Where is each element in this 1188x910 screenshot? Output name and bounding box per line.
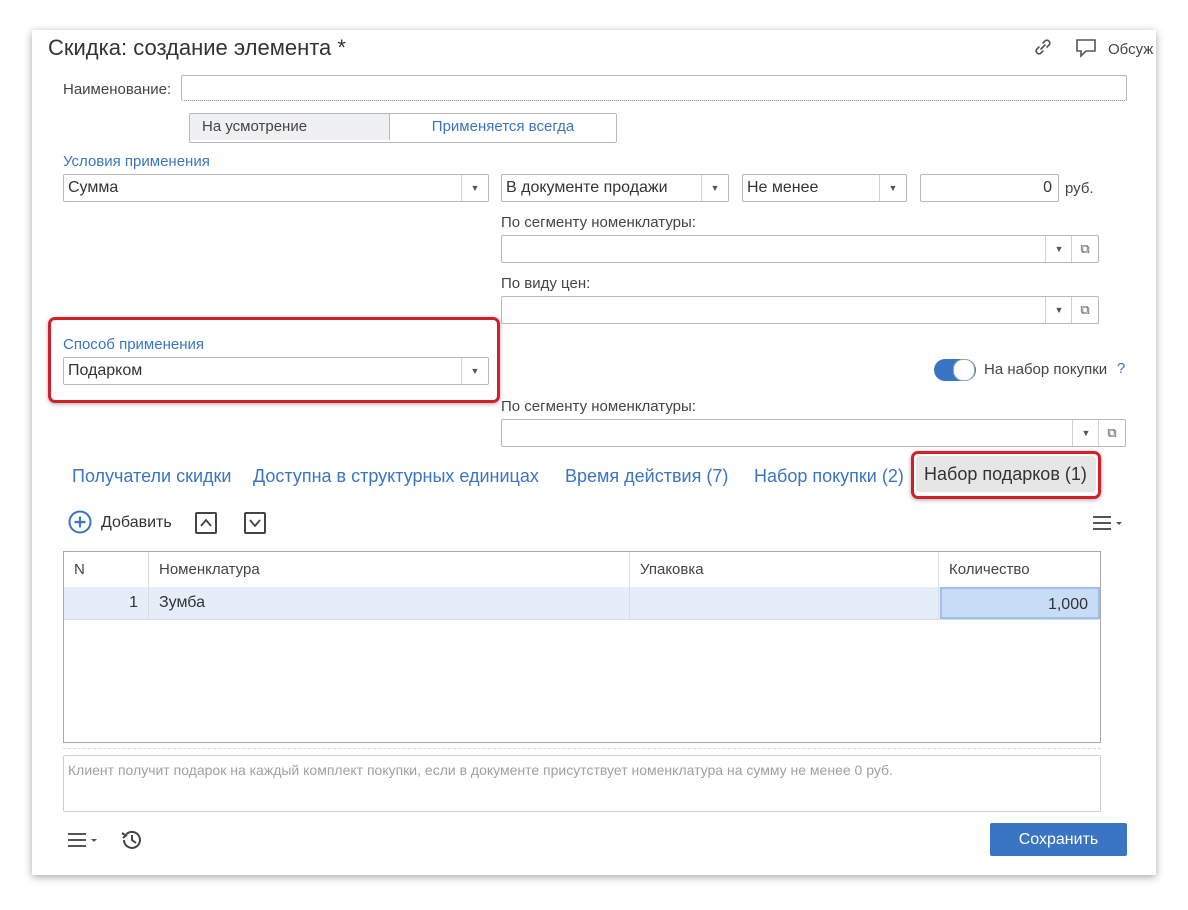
add-button[interactable]: Добавить (101, 514, 172, 532)
method-title: Способ применения (63, 336, 204, 353)
tab-validity-time[interactable]: Время действия (7) (565, 466, 728, 487)
column-header-quantity[interactable]: Количество (939, 552, 1100, 587)
history-icon[interactable] (119, 827, 145, 857)
dropdown-arrow-icon[interactable]: ▼ (879, 175, 906, 201)
dropdown-arrow-icon[interactable]: ▼ (1045, 297, 1072, 323)
save-button[interactable]: Сохранить (990, 823, 1127, 856)
add-icon[interactable] (68, 510, 92, 538)
conditions-title: Условия применения (63, 153, 210, 170)
open-form-icon[interactable]: ⧉ (1071, 297, 1098, 323)
mode-always-option[interactable]: Применяется всегда (390, 114, 616, 140)
method-value: Подарком (68, 362, 143, 379)
open-form-icon[interactable]: ⧉ (1071, 236, 1098, 262)
name-label: Наименование: (63, 81, 172, 98)
condition-type-select[interactable]: Сумма ▼ (63, 174, 489, 202)
condition-compare-select[interactable]: Не менее ▼ (742, 174, 907, 202)
mode-manager-option[interactable]: На усмотрение менеджера (190, 114, 390, 140)
purchase-set-label: На набор покупки (984, 361, 1108, 378)
cell-quantity[interactable]: 1,000 (940, 587, 1100, 619)
discussion-icon[interactable] (1075, 38, 1097, 64)
dropdown-arrow-icon[interactable]: ▼ (1045, 236, 1072, 262)
more-menu-icon[interactable] (1091, 513, 1125, 537)
condition-compare-value: Не менее (747, 179, 819, 196)
tab-gift-set[interactable]: Набор подарков (1) (916, 456, 1096, 492)
switch-knob (953, 359, 975, 381)
price-type-label: По виду цен: (501, 275, 591, 292)
segment-label: По сегменту номенклатуры: (501, 214, 696, 231)
method-select[interactable]: Подарком ▼ (63, 357, 489, 385)
cell-item[interactable]: Зумба (149, 587, 630, 619)
form-menu-icon[interactable] (66, 830, 100, 854)
move-down-button[interactable] (244, 512, 266, 534)
purchase-segment-label: По сегменту номенклатуры: (501, 398, 696, 415)
help-icon[interactable]: ? (1117, 360, 1125, 377)
table-header: N Номенклатура Упаковка Количество (64, 552, 1100, 588)
move-up-button[interactable] (195, 512, 217, 534)
gift-set-table: N Номенклатура Упаковка Количество 1 Зум… (63, 551, 1101, 743)
cell-n: 1 (64, 587, 149, 619)
tab-purchase-set[interactable]: Набор покупки (2) (754, 466, 904, 487)
info-text: Клиент получит подарок на каждый комплек… (63, 755, 1101, 812)
currency-label: руб. (1065, 180, 1094, 197)
condition-type-value: Сумма (68, 179, 119, 196)
open-form-icon[interactable]: ⧉ (1098, 420, 1125, 446)
dropdown-arrow-icon[interactable]: ▼ (701, 175, 728, 201)
condition-scope-select[interactable]: В документе продажи ▼ (501, 174, 729, 202)
column-header-package[interactable]: Упаковка (630, 552, 939, 587)
discussion-label[interactable]: Обсуж (1108, 41, 1153, 58)
dropdown-arrow-icon[interactable]: ▼ (1072, 420, 1099, 446)
price-type-select[interactable]: ▼ ⧉ (501, 296, 1099, 324)
dropdown-arrow-icon[interactable]: ▼ (461, 175, 488, 201)
condition-scope-value: В документе продажи (506, 179, 668, 196)
purchase-segment-select[interactable]: ▼ ⧉ (501, 419, 1126, 447)
name-input[interactable] (181, 75, 1127, 101)
tab-available-units[interactable]: Доступна в структурных единицах (253, 466, 539, 487)
tab-discount-recipients[interactable]: Получатели скидки (72, 466, 231, 487)
window-title: Скидка: создание элемента * (48, 35, 346, 60)
divider (63, 748, 1101, 749)
link-icon[interactable] (1032, 36, 1054, 64)
cell-package[interactable] (630, 587, 939, 619)
segment-select[interactable]: ▼ ⧉ (501, 235, 1099, 263)
dropdown-arrow-icon[interactable]: ▼ (461, 358, 488, 384)
application-mode-toggle: На усмотрение менеджера Применяется всег… (189, 113, 617, 143)
column-header-n[interactable]: N (64, 552, 149, 587)
discount-form-window: Скидка: создание элемента * Обсуж Наимен… (32, 30, 1156, 875)
purchase-set-switch[interactable] (934, 359, 976, 381)
column-header-item[interactable]: Номенклатура (149, 552, 630, 587)
table-row[interactable]: 1 Зумба 1,000 (64, 587, 1100, 620)
condition-amount-input[interactable]: 0 (920, 174, 1059, 202)
